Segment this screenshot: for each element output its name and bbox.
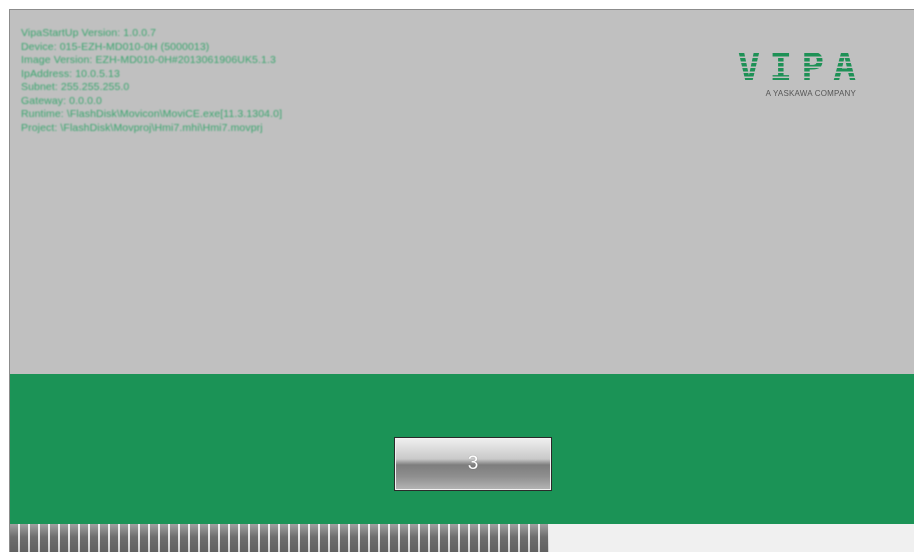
info-line-runtime: Runtime: \FlashDisk\Movicon\MoviCE.exe[1… [21,108,283,120]
logo-wordmark: VIPA [737,45,865,89]
countdown-button[interactable]: 3 [394,437,552,491]
info-line-version: VipaStartUp Version: 1.0.0.7 [21,27,157,39]
startup-progress-bar [10,524,914,552]
logo-tagline: A YASKAWA COMPANY [765,89,856,98]
info-line-subnet: Subnet: 255.255.255.0 [21,81,130,93]
vipa-logo: VIPA A YASKAWA COMPANY [737,48,856,98]
info-line-gateway: Gateway: 0.0.0.0 [21,94,102,107]
info-line-device: Device: 015-EZH-MD010-0H (5000013) [21,40,210,53]
action-band: 3 [10,374,914,524]
startup-screen: VipaStartUp Version: 1.0.0.7 Device: 015… [9,9,914,552]
device-info-list: VipaStartUp Version: 1.0.0.7 Device: 015… [21,27,282,135]
progress-fill [10,524,550,552]
info-line-ip-address: IpAddress: 10.0.5.13 [21,67,120,80]
info-line-image-version: Image Version: EZH-MD010-0H#2013061906UK… [21,54,276,66]
info-line-project: Project: \FlashDisk\Movproj\Hmi7.mhi\Hmi… [21,121,263,134]
